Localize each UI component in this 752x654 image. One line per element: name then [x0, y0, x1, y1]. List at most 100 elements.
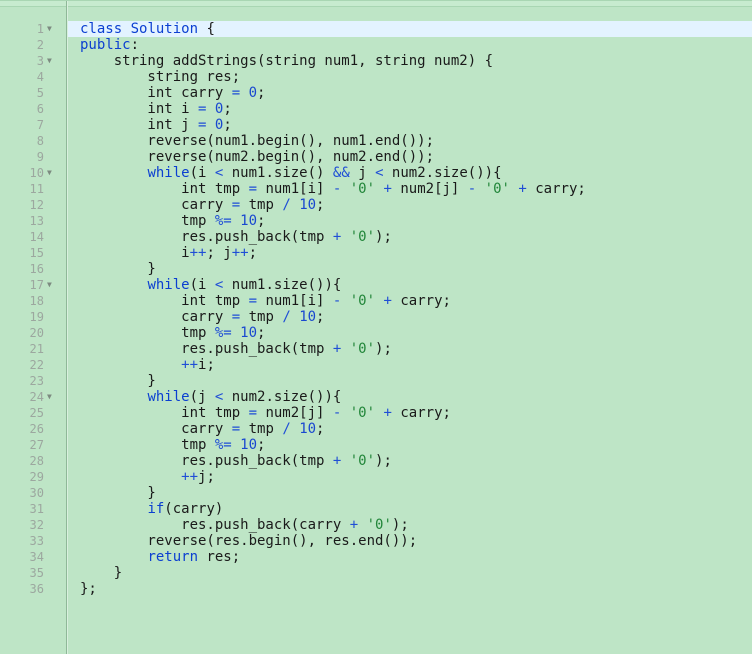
code-token: ++ [181, 357, 199, 373]
code-text[interactable]: reverse(num2.begin(), num2.end()); [68, 149, 752, 165]
code-text[interactable]: tmp %= 10; [68, 325, 752, 341]
code-line[interactable]: 6 int i = 0; [0, 101, 752, 117]
code-text[interactable]: int carry = 0; [68, 85, 752, 101]
code-line[interactable]: 12 carry = tmp / 10; [0, 197, 752, 213]
code-text[interactable]: res.push_back(tmp + '0'); [68, 341, 752, 357]
code-line[interactable]: 26 carry = tmp / 10; [0, 421, 752, 437]
code-text[interactable]: carry = tmp / 10; [68, 421, 752, 437]
code-text[interactable]: while(j < num2.size()){ [68, 389, 752, 405]
code-line[interactable]: 24 ▼ while(j < num2.size()){ [0, 389, 752, 405]
code-text[interactable]: string res; [68, 69, 752, 85]
code-line[interactable]: 13 tmp %= 10; [0, 213, 752, 229]
code-text[interactable]: carry = tmp / 10; [68, 309, 752, 325]
code-line[interactable]: 32 res.push_back(carry + '0'); [0, 517, 752, 533]
code-editor[interactable]: 1 ▼ class Solution {2 public: 3 ▼ string addS… [0, 0, 752, 654]
code-text[interactable]: if(carry) [68, 501, 752, 517]
code-line[interactable]: 33 reverse(res.begin(), res.end()); [0, 533, 752, 549]
code-token: num1.size()){ [223, 277, 342, 293]
code-line[interactable]: 34 return res; [0, 549, 752, 565]
code-text[interactable]: } [68, 485, 752, 501]
code-line[interactable]: 2 public: [0, 37, 752, 53]
code-text[interactable]: } [68, 373, 752, 389]
code-line[interactable]: 15 i++; j++; [0, 245, 752, 261]
code-line[interactable]: 22 ++i; [0, 357, 752, 373]
code-text[interactable]: res.push_back(tmp + '0'); [68, 229, 752, 245]
code-line[interactable]: 8 reverse(num1.begin(), num1.end()); [0, 133, 752, 149]
code-text[interactable]: }; [68, 581, 752, 597]
code-line[interactable]: 30 } [0, 485, 752, 501]
code-line[interactable]: 17 ▼ while(i < num1.size()){ [0, 277, 752, 293]
code-text[interactable]: string addStrings(string num1, string nu… [68, 53, 752, 69]
code-text[interactable]: while(i < num1.size() && j < num2.size()… [68, 165, 752, 181]
fold-toggle-icon[interactable]: ▼ [47, 21, 57, 37]
code-line[interactable]: 35 } [0, 565, 752, 581]
code-text[interactable]: reverse(num1.begin(), num1.end()); [68, 133, 752, 149]
code-token: tmp [240, 421, 283, 437]
code-line[interactable]: 29 ++j; [0, 469, 752, 485]
code-text[interactable]: res.push_back(carry + '0'); [68, 517, 752, 533]
code-line[interactable]: 28 res.push_back(tmp + '0'); [0, 453, 752, 469]
code-token: tmp [240, 197, 283, 213]
code-line[interactable]: 10 ▼ while(i < num1.size() && j < num2.si… [0, 165, 752, 181]
code-text[interactable]: int i = 0; [68, 101, 752, 117]
code-token: int i [80, 101, 199, 117]
code-line[interactable]: 4 string res; [0, 69, 752, 85]
code-token: while [147, 277, 190, 293]
code-text[interactable]: tmp %= 10; [68, 213, 752, 229]
code-text[interactable]: int j = 0; [68, 117, 752, 133]
code-line[interactable]: 21 res.push_back(tmp + '0'); [0, 341, 752, 357]
code-line[interactable]: 18 int tmp = num1[i] - '0' + carry; [0, 293, 752, 309]
code-text[interactable]: } [68, 565, 752, 581]
code-line[interactable]: 31 if(carry) [0, 501, 752, 517]
code-text[interactable]: int tmp = num2[j] - '0' + carry; [68, 405, 752, 421]
code-token: carry; [526, 181, 586, 197]
code-line[interactable]: 14 res.push_back(tmp + '0'); [0, 229, 752, 245]
code-text[interactable]: carry = tmp / 10; [68, 197, 752, 213]
code-line[interactable]: 23 } [0, 373, 752, 389]
code-line[interactable]: 20 tmp %= 10; [0, 325, 752, 341]
code-token: '0' [349, 405, 376, 421]
code-text[interactable]: int tmp = num1[i] - '0' + num2[j] - '0' … [68, 181, 752, 197]
code-line[interactable]: 9 reverse(num2.begin(), num2.end()); [0, 149, 752, 165]
line-number: 34 [29, 550, 44, 564]
code-text[interactable]: res.push_back(tmp + '0'); [68, 453, 752, 469]
fold-toggle-icon[interactable]: ▼ [47, 277, 57, 293]
code-text[interactable]: reverse(res.begin(), res.end()); [68, 533, 752, 549]
code-token: } [80, 373, 156, 389]
code-token: public [80, 37, 131, 53]
code-line[interactable]: 5 int carry = 0; [0, 85, 752, 101]
code-text[interactable]: tmp %= 10; [68, 437, 752, 453]
code-text[interactable]: while(i < num1.size()){ [68, 277, 752, 293]
code-token: %= [214, 325, 232, 341]
fold-toggle-icon[interactable]: ▼ [47, 165, 57, 181]
code-text[interactable]: i++; j++; [68, 245, 752, 261]
code-line[interactable]: 11 int tmp = num1[i] - '0' + num2[j] - '… [0, 181, 752, 197]
code-line[interactable]: 27 tmp %= 10; [0, 437, 752, 453]
code-token: num1[i] [257, 181, 333, 197]
code-text[interactable]: } [68, 261, 752, 277]
code-line[interactable]: 19 carry = tmp / 10; [0, 309, 752, 325]
code-text[interactable]: ++i; [68, 357, 752, 373]
code-line[interactable]: 1 ▼ class Solution { [0, 21, 752, 37]
code-text[interactable]: ++j; [68, 469, 752, 485]
code-text[interactable]: class Solution { [68, 21, 752, 37]
code-token: '0' [484, 181, 510, 197]
code-text[interactable]: return res; [68, 549, 752, 565]
code-token: reverse(num1.begin(), num1.end()); [80, 133, 435, 149]
code-text[interactable]: public: [68, 37, 752, 53]
code-token: res.push_back(carry [80, 517, 350, 533]
code-line[interactable]: 25 int tmp = num2[j] - '0' + carry; [0, 405, 752, 421]
code-line[interactable]: 3 ▼ string addStrings(string num1, string… [0, 53, 752, 69]
code-text[interactable]: int tmp = num1[i] - '0' + carry; [68, 293, 752, 309]
fold-toggle-icon[interactable]: ▼ [47, 53, 57, 69]
fold-toggle-icon[interactable]: ▼ [47, 389, 57, 405]
code-line[interactable]: 7 int j = 0; [0, 117, 752, 133]
code-line[interactable]: 36}; [0, 581, 752, 597]
code-line[interactable]: 16 } [0, 261, 752, 277]
code-token: ++ [231, 245, 249, 261]
